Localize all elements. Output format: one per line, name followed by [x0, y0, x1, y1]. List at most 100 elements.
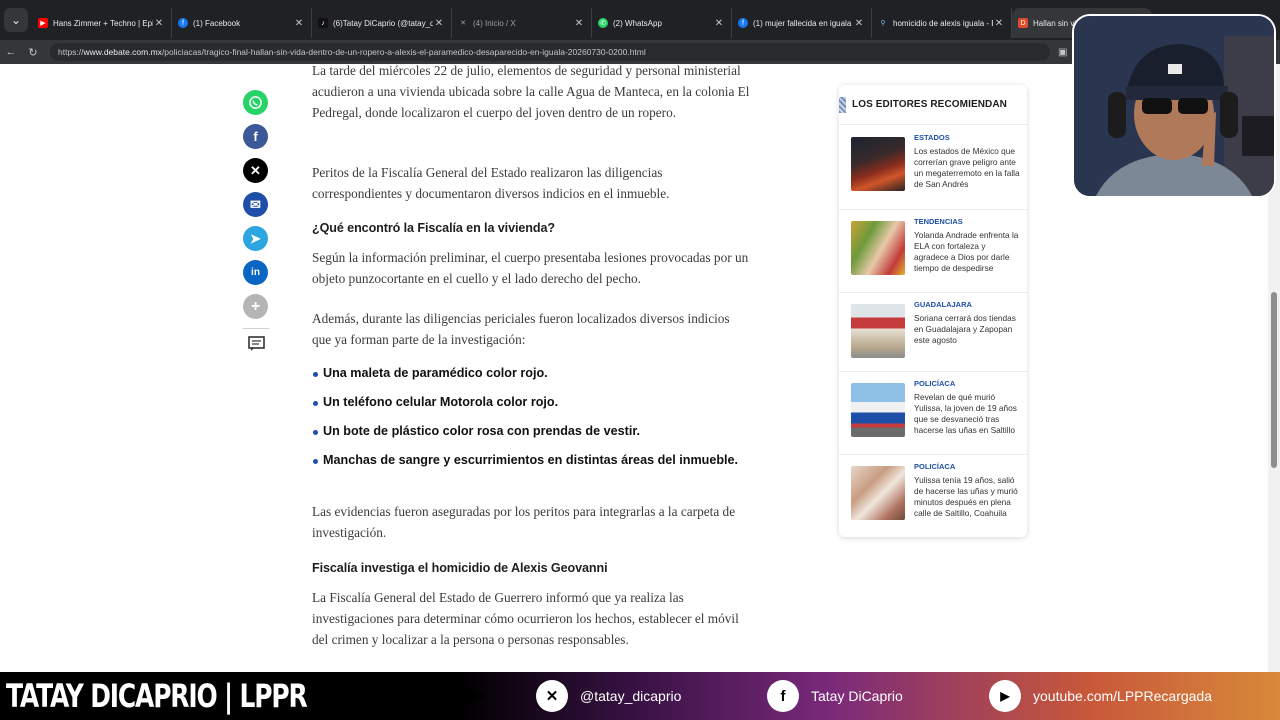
- paragraph: Según la información preliminar, el cuer…: [312, 250, 749, 286]
- youtube-logo-icon: ▶: [989, 680, 1021, 712]
- streamer-name: TATAY DICAPRIO | LPPR: [6, 677, 308, 715]
- list-item: Una maleta de paramédico color rojo.: [312, 366, 752, 395]
- paragraph: Peritos de la Fiscalía General del Estad…: [312, 165, 670, 201]
- facebook-social-handle: f Tatay DiCaprio: [767, 680, 903, 712]
- paragraph: Además, durante las diligencias pericial…: [312, 311, 730, 347]
- more-share-icon[interactable]: +: [243, 294, 268, 319]
- streamer-banner: TATAY DICAPRIO | LPPR ✕ @tatay_dicaprio …: [0, 672, 1280, 720]
- tab-groups-icon[interactable]: ▣: [1058, 47, 1067, 58]
- url-scheme: https://: [58, 47, 84, 57]
- item-headline[interactable]: Los estados de México que correrían grav…: [914, 146, 1020, 190]
- thumbnail-image: [851, 137, 905, 191]
- close-tab-icon[interactable]: ✕: [993, 18, 1005, 29]
- whatsapp-icon: ✆: [598, 18, 608, 28]
- item-category[interactable]: POLICÍACA: [914, 462, 955, 471]
- close-tab-icon[interactable]: ✕: [713, 18, 725, 29]
- tab-4[interactable]: ✆ (2) WhatsApp ✕: [592, 8, 732, 38]
- tab-title: (4) Inicio / X: [473, 18, 516, 28]
- thumbnail-image: [851, 221, 905, 275]
- tab-6[interactable]: ⚲ homicidio de alexis iguala - Bús✕: [872, 8, 1012, 38]
- item-category[interactable]: POLICÍACA: [914, 379, 955, 388]
- thumbnail-image: [851, 466, 905, 520]
- recommendation-item[interactable]: TENDENCIAS Yolanda Andrade enfrenta la E…: [851, 209, 1021, 287]
- item-category[interactable]: TENDENCIAS: [914, 217, 963, 226]
- youtube-icon: ▶: [38, 18, 48, 28]
- tab-title: (2) WhatsApp: [613, 18, 662, 28]
- address-bar[interactable]: https://www.debate.com.mx/policiacas/tra…: [50, 43, 1050, 61]
- facebook-icon: f: [178, 18, 188, 28]
- thumbnail-image: [851, 383, 905, 437]
- scrollbar-thumb[interactable]: [1271, 292, 1277, 468]
- webcam-overlay: [1072, 14, 1276, 198]
- x-icon: ✕: [460, 20, 466, 27]
- list-item: Manchas de sangre y escurrimientos en di…: [312, 453, 752, 482]
- x-share-icon[interactable]: ✕: [243, 158, 268, 183]
- x-logo-icon: ✕: [536, 680, 568, 712]
- list-item: Un teléfono celular Motorola color rojo.: [312, 395, 752, 424]
- url-path: /policiacas/tragico-final-hallan-sin-vid…: [161, 47, 646, 57]
- tab-title: (6)Tatay DiCaprio (@tatay_dica: [333, 18, 433, 28]
- close-tab-icon[interactable]: ✕: [293, 18, 305, 29]
- recommendation-item[interactable]: GUADALAJARA Soriana cerrará dos tiendas …: [851, 292, 1021, 370]
- facebook-logo-icon: f: [767, 680, 799, 712]
- tab-2[interactable]: ♪ (6)Tatay DiCaprio (@tatay_dica✕: [312, 8, 452, 38]
- tab-title: (1) mujer fallecida en iguala - B: [753, 18, 853, 28]
- comments-icon[interactable]: [243, 335, 269, 353]
- youtube-handle-text: youtube.com/LPPRecargada: [1033, 688, 1212, 704]
- whatsapp-share-icon[interactable]: [243, 90, 268, 115]
- recommendation-item[interactable]: POLICÍACA Revelan de qué murió Yulissa, …: [851, 371, 1021, 449]
- close-tab-icon[interactable]: ✕: [573, 18, 585, 29]
- youtube-social-handle: ▶ youtube.com/LPPRecargada: [989, 680, 1212, 712]
- card-title: LOS EDITORES RECOMIENDAN: [852, 99, 1008, 110]
- item-headline[interactable]: Soriana cerrará dos tiendas en Guadalaja…: [914, 313, 1020, 346]
- x-social-handle: ✕ @tatay_dicaprio: [536, 680, 681, 712]
- share-bar: f ✕ ✉ ➤ in +: [243, 90, 269, 353]
- tiktok-icon: ♪: [318, 18, 328, 28]
- item-headline[interactable]: Yolanda Andrade enfrenta la ELA con fort…: [914, 230, 1020, 274]
- section-heading: ¿Qué encontró la Fiscalía en la vivienda…: [312, 221, 555, 235]
- reload-icon[interactable]: ↻: [22, 46, 44, 59]
- tab-title: homicidio de alexis iguala - Bús: [893, 18, 993, 28]
- share-divider: [243, 328, 269, 329]
- facebook-handle-text: Tatay DiCaprio: [811, 688, 903, 704]
- tab-0[interactable]: ▶ Hans Zimmer + Techno | Epic C✕: [32, 8, 172, 38]
- paragraph: La tarde del miércoles 22 de julio, elem…: [312, 64, 750, 120]
- recommendation-item[interactable]: ESTADOS Los estados de México que correr…: [851, 125, 1021, 203]
- item-headline[interactable]: Yulissa tenía 19 años, salió de hacerse …: [914, 475, 1020, 519]
- list-item: Un bote de plástico color rosa con prend…: [312, 424, 752, 453]
- linkedin-share-icon[interactable]: in: [243, 260, 268, 285]
- header-mark-icon: [839, 96, 846, 113]
- card-header: LOS EDITORES RECOMIENDAN: [839, 85, 1027, 125]
- paragraph: Las evidencias fueron aseguradas por los…: [312, 504, 736, 540]
- thumbnail-image: [851, 304, 905, 358]
- editors-recommend-card: LOS EDITORES RECOMIENDAN ESTADOS Los est…: [839, 85, 1027, 537]
- back-arrow-icon[interactable]: ←: [0, 46, 22, 58]
- x-handle-text: @tatay_dicaprio: [580, 688, 682, 704]
- debate-icon: D: [1018, 18, 1028, 28]
- evidence-list: Una maleta de paramédico color rojo. Un …: [312, 366, 752, 482]
- tab-3[interactable]: ✕ (4) Inicio / X ✕: [452, 8, 592, 38]
- item-category[interactable]: GUADALAJARA: [914, 300, 972, 309]
- section-heading: Fiscalía investiga el homicidio de Alexi…: [312, 561, 608, 575]
- banner-chevron: [438, 672, 486, 720]
- whatsapp-glyph-icon: [249, 96, 262, 109]
- facebook-share-icon[interactable]: f: [243, 124, 268, 149]
- recommendation-item[interactable]: POLICÍACA Yulissa tenía 19 años, salió d…: [851, 454, 1021, 532]
- tab-5[interactable]: f (1) mujer fallecida en iguala - B ✕: [732, 8, 872, 38]
- url-host: www.debate.com.mx: [83, 47, 162, 57]
- email-share-icon[interactable]: ✉: [243, 192, 268, 217]
- search-icon: ⚲: [880, 20, 886, 27]
- tab-title: (1) Facebook: [193, 18, 241, 28]
- item-category[interactable]: ESTADOS: [914, 133, 950, 142]
- close-tab-icon[interactable]: ✕: [433, 18, 445, 29]
- tab-title: Hans Zimmer + Techno | Epic C: [53, 18, 153, 28]
- paragraph: La Fiscalía General del Estado de Guerre…: [312, 590, 739, 647]
- close-tab-icon[interactable]: ✕: [153, 18, 165, 29]
- tab-search-menu-button[interactable]: ⌄: [4, 8, 28, 32]
- streamer-video-image: [1074, 16, 1274, 196]
- telegram-share-icon[interactable]: ➤: [243, 226, 268, 251]
- facebook-icon: f: [738, 18, 748, 28]
- item-headline[interactable]: Revelan de qué murió Yulissa, la joven d…: [914, 392, 1020, 436]
- tab-1[interactable]: f (1) Facebook ✕: [172, 8, 312, 38]
- close-tab-icon[interactable]: ✕: [853, 18, 865, 29]
